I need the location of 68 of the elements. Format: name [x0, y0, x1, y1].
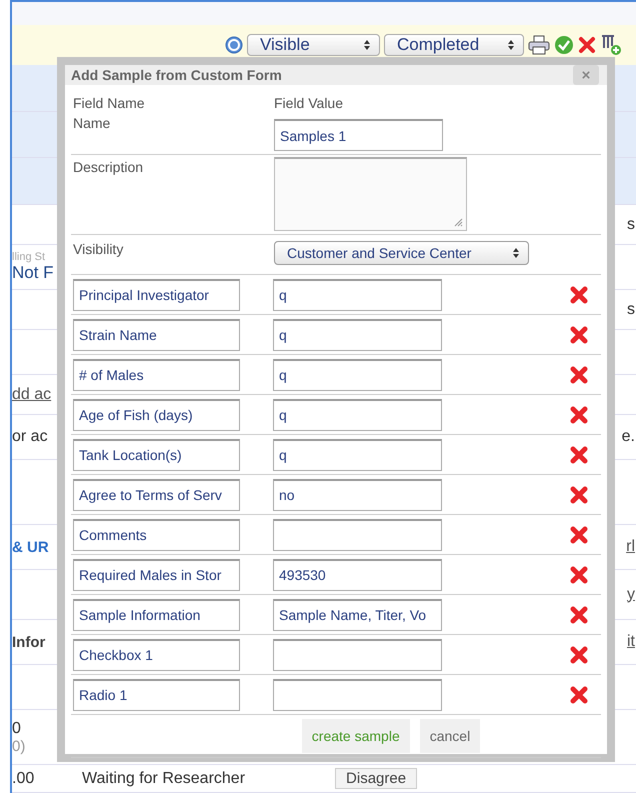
delete-icon[interactable]: [569, 604, 589, 624]
description-field[interactable]: [274, 157, 467, 231]
text-fragment: or ac: [12, 428, 49, 446]
text-fragment: s: [627, 216, 635, 234]
column-caption: lling St: [12, 251, 46, 263]
field-name-input[interactable]: Tank Location(s): [73, 438, 240, 470]
field-value-input[interactable]: q: [273, 278, 442, 310]
field-label: Name: [73, 114, 112, 133]
text-fragment: e.: [622, 428, 635, 446]
visibility-select[interactable]: Customer and Service Center: [274, 241, 529, 265]
field-name-input[interactable]: # of Males: [73, 358, 240, 390]
disagree-button[interactable]: Disagree: [335, 768, 418, 789]
text-fragment: Not F: [12, 263, 55, 283]
text-fragment: Infor: [12, 634, 46, 650]
field-value-input[interactable]: [273, 638, 442, 670]
cancel-button[interactable]: cancel: [420, 719, 480, 753]
resize-grip-icon[interactable]: [453, 217, 463, 227]
field-name-input[interactable]: Comments: [73, 518, 240, 550]
select-arrows-icon: [363, 39, 371, 51]
delete-icon[interactable]: [569, 404, 589, 424]
field-value-input[interactable]: q: [273, 358, 442, 390]
amount-note: 0): [12, 738, 26, 754]
delete-icon[interactable]: [569, 284, 589, 304]
text-fragment[interactable]: it: [627, 633, 635, 651]
field-name-input[interactable]: Strain Name: [73, 318, 240, 350]
close-icon[interactable]: [578, 36, 596, 54]
column-header: Field Name: [73, 95, 146, 111]
text-fragment: .00: [12, 770, 36, 788]
text-fragment: 0: [12, 720, 22, 738]
delete-icon[interactable]: [569, 564, 589, 584]
status-text: Waiting for Researcher: [82, 770, 246, 788]
select-arrows-icon: [512, 247, 520, 259]
status-select[interactable]: Completed: [384, 34, 524, 56]
field-label: Visibility: [73, 240, 124, 259]
field-value-input[interactable]: Sample Name, Titer, Vo: [273, 598, 442, 630]
field-name-input[interactable]: Sample Information: [73, 598, 240, 630]
column-header: Field Value: [274, 95, 344, 111]
text-fragment: & UR: [12, 538, 50, 556]
text-fragment: s: [627, 300, 635, 318]
delete-icon[interactable]: [569, 364, 589, 384]
text-fragment[interactable]: y: [627, 586, 635, 604]
delete-icon[interactable]: [569, 684, 589, 704]
field-value-input[interactable]: q: [273, 438, 442, 470]
delete-icon[interactable]: [569, 324, 589, 344]
field-name-input[interactable]: Checkbox 1: [73, 638, 240, 670]
field-value-input[interactable]: [273, 678, 442, 710]
field-value-input[interactable]: q: [273, 398, 442, 430]
dialog-title: Add Sample from Custom Form: [71, 67, 282, 83]
printer-icon[interactable]: [528, 35, 550, 55]
visibility-select[interactable]: Visible: [247, 34, 380, 56]
field-value-input[interactable]: [273, 518, 442, 550]
delete-icon[interactable]: [569, 524, 589, 544]
field-name-input[interactable]: Principal Investigator: [73, 278, 240, 310]
field-name-input[interactable]: Age of Fish (days): [73, 398, 240, 430]
field-name-input[interactable]: Agree to Terms of Serv: [73, 478, 240, 510]
field-value-input[interactable]: q: [273, 318, 442, 350]
select-arrows-icon: [507, 39, 515, 51]
delete-icon[interactable]: [569, 644, 589, 664]
delete-icon[interactable]: [569, 444, 589, 464]
delete-icon[interactable]: [569, 484, 589, 504]
field-value-input[interactable]: no: [273, 478, 442, 510]
field-name-input[interactable]: Required Males in Stor: [73, 558, 240, 590]
field-label: Description: [73, 158, 144, 177]
field-name-input[interactable]: Radio 1: [73, 678, 240, 710]
name-field[interactable]: Samples 1: [274, 119, 443, 151]
check-icon[interactable]: [554, 35, 574, 55]
field-value-input[interactable]: 493530: [273, 558, 442, 590]
text-fragment[interactable]: rl: [626, 538, 635, 556]
